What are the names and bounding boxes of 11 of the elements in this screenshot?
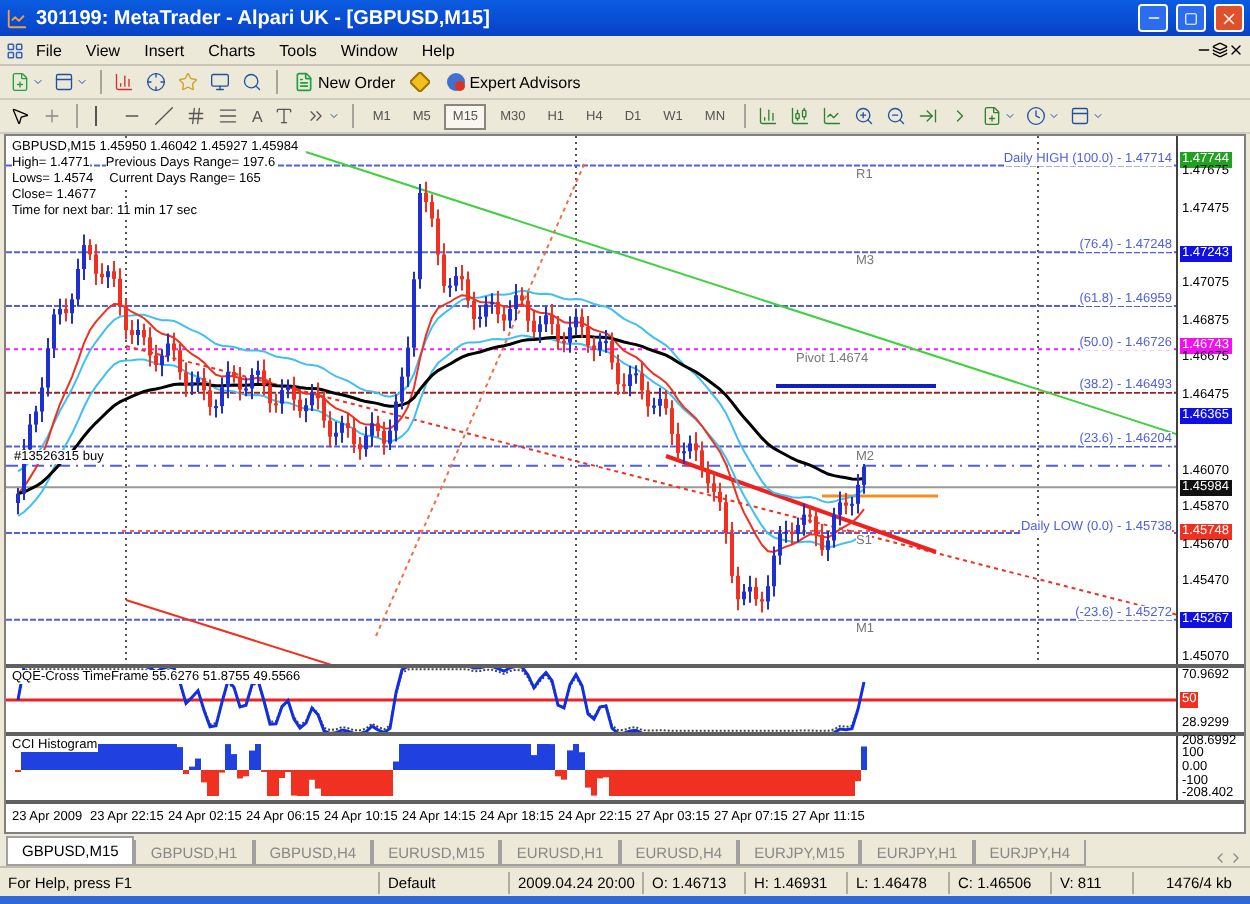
menu-item[interactable]: Help	[409, 41, 467, 59]
text-tool-button[interactable]: A	[248, 103, 267, 129]
expert-advisors-button[interactable]: Expert Advisors	[439, 68, 587, 96]
window-title: 301199: MetaTrader - Alpari UK - [GBPUSD,M15]	[36, 7, 492, 29]
menu-item[interactable]: File	[24, 41, 74, 59]
menu-item[interactable]: View	[73, 41, 133, 59]
new-order-button[interactable]: New Order	[288, 68, 402, 96]
menu-item[interactable]: Insert	[132, 41, 197, 59]
menu-item[interactable]: Window	[328, 41, 410, 59]
menu-item[interactable]: Charts	[196, 41, 268, 59]
menu-item[interactable]: Tools	[267, 41, 329, 59]
